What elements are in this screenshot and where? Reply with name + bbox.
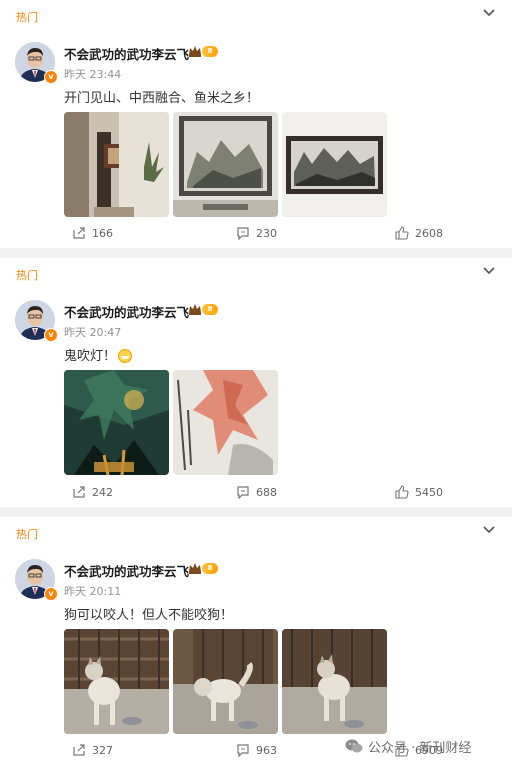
feed-post-3: 热门 v 不会武功的武功李云飞 8 昨天 20:11 狗可以咬人！但人不能咬狗！: [0, 517, 512, 769]
feed-post-1: 热门 v 不会武功的武功李云飞 8 昨天 23:44 开门见山、中西融合、鱼米之…: [0, 0, 512, 248]
comment-button[interactable]: 688: [236, 485, 277, 499]
thumbs-up-icon: [395, 226, 409, 240]
crown-icon: [189, 304, 201, 315]
like-count: 2608: [415, 226, 443, 240]
verified-icon: v: [44, 70, 58, 84]
author-name[interactable]: 不会武功的武功李云飞: [64, 561, 189, 580]
comment-button[interactable]: 963: [236, 743, 277, 757]
post-time[interactable]: 昨天 20:11: [64, 583, 121, 599]
post-image-framed-painting[interactable]: [173, 112, 278, 217]
post-image-red-painting[interactable]: [173, 370, 278, 475]
comment-count: 688: [256, 485, 277, 499]
post-image-hallway[interactable]: [64, 112, 169, 217]
feed-post-2: 热门 v 不会武功的武功李云飞 8 昨天 20:47 鬼吹灯！ 242 688 …: [0, 258, 512, 507]
author-name[interactable]: 不会武功的武功李云飞: [64, 302, 189, 321]
author-name[interactable]: 不会武功的武功李云飞: [64, 44, 189, 63]
like-button[interactable]: 5450: [395, 485, 443, 499]
repost-count: 327: [92, 743, 113, 757]
watermark: 公众号 · 新刊财经: [345, 737, 471, 756]
crown-icon: [189, 563, 201, 574]
post-text: 鬼吹灯！: [64, 345, 133, 364]
like-count: 5450: [415, 485, 443, 499]
post-time[interactable]: 昨天 20:47: [64, 324, 121, 340]
repost-icon: [73, 227, 85, 239]
hot-tag: 热门: [16, 528, 38, 541]
vip-badge: 8: [202, 46, 218, 57]
comment-icon: [237, 744, 249, 757]
thumbs-up-icon: [395, 485, 409, 499]
repost-button[interactable]: 327: [72, 743, 113, 757]
post-image-dog-3[interactable]: [282, 629, 387, 734]
post-image-ink-landscape[interactable]: [282, 112, 387, 217]
post-time[interactable]: 昨天 23:44: [64, 66, 121, 82]
post-image-dog-1[interactable]: [64, 629, 169, 734]
post-text: 开门见山、中西融合、鱼米之乡！: [64, 91, 260, 106]
comment-count: 230: [256, 226, 277, 240]
post-text: 狗可以咬人！但人不能咬狗！: [64, 608, 234, 623]
post-image-dog-2[interactable]: [173, 629, 278, 734]
vip-badge: 8: [202, 304, 218, 315]
repost-icon: [73, 744, 85, 756]
like-button[interactable]: 2608: [395, 226, 443, 240]
repost-count: 242: [92, 485, 113, 499]
watermark-text: 公众号 · 新刊财经: [368, 741, 472, 756]
post-text-content: 鬼吹灯！: [64, 349, 117, 364]
comment-button[interactable]: 230: [236, 226, 277, 240]
repost-button[interactable]: 242: [72, 485, 113, 499]
grin-emoji-icon: [118, 349, 133, 363]
hot-tag: 热门: [16, 11, 38, 24]
crown-icon: [189, 46, 201, 57]
verified-icon: v: [44, 587, 58, 601]
comment-icon: [237, 227, 249, 240]
comment-count: 963: [256, 743, 277, 757]
repost-count: 166: [92, 226, 113, 240]
wechat-icon: [345, 739, 363, 753]
verified-icon: v: [44, 328, 58, 342]
vip-badge: 8: [202, 563, 218, 574]
chevron-down-icon[interactable]: [482, 525, 496, 535]
repost-button[interactable]: 166: [72, 226, 113, 240]
hot-tag: 热门: [16, 269, 38, 282]
chevron-down-icon[interactable]: [482, 266, 496, 276]
chevron-down-icon[interactable]: [482, 8, 496, 18]
post-image-movie-poster[interactable]: [64, 370, 169, 475]
repost-icon: [73, 486, 85, 498]
comment-icon: [237, 486, 249, 499]
